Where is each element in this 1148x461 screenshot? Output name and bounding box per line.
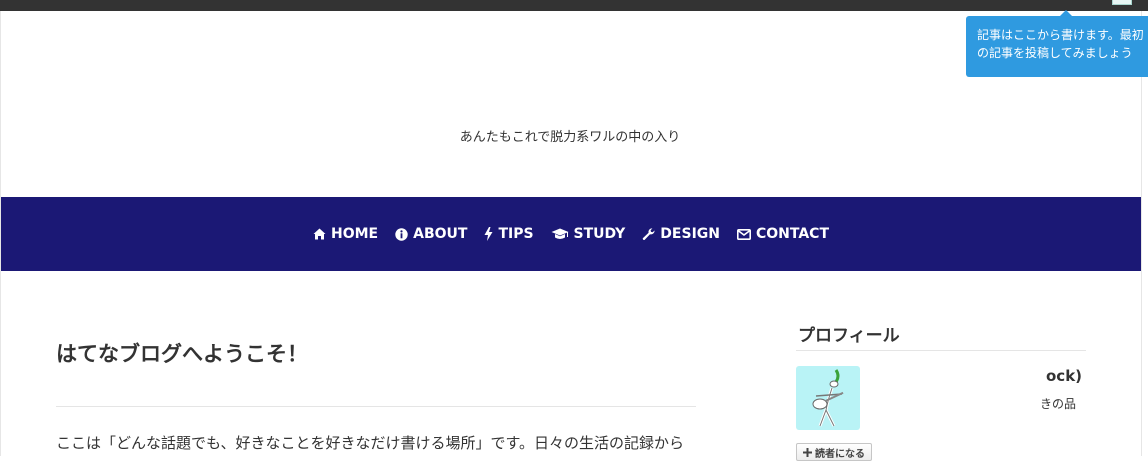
write-article-tooltip[interactable]: 記事はここから書けます。最初 の記事を投稿してみましょう	[966, 16, 1148, 77]
envelope-icon	[736, 228, 751, 240]
wrench-icon	[643, 227, 655, 240]
graduation-cap-icon	[551, 228, 569, 239]
profile-heading: プロフィール	[798, 326, 900, 346]
nav-item-about[interactable]: ABOUT	[395, 226, 467, 242]
info-icon	[395, 227, 408, 241]
home-icon	[313, 228, 326, 240]
subscribe-button[interactable]: 読者になる	[796, 443, 872, 461]
nav-item-design[interactable]: DESIGN	[642, 226, 720, 242]
nav-label-home: HOME	[330, 226, 379, 242]
nav-item-contact[interactable]: CONTACT	[736, 226, 829, 242]
profile-divider	[796, 350, 1086, 351]
blog-tagline: あんたもこれで脱力系ワルの中の入り	[459, 130, 681, 145]
article-divider	[56, 406, 696, 407]
tooltip-line-1: 記事はここから書けます。最初	[977, 28, 1144, 42]
global-nav: HOME ABOUT TIPS STUDY DESIGN CONTACT	[1, 197, 1141, 271]
nav-label-tips: TIPS	[498, 226, 534, 242]
profile-name[interactable]: ock)	[1046, 367, 1082, 385]
toolbar-corner-icon[interactable]	[1112, 0, 1132, 5]
nav-item-study[interactable]: STUDY	[551, 226, 626, 242]
article-body: ここは「どんな話題でも、好きなことを好きなだけ書ける場所」です。日々の生活の記録…	[56, 434, 685, 452]
top-toolbar	[0, 0, 1148, 11]
nav-item-tips[interactable]: TIPS	[484, 226, 534, 242]
avatar[interactable]	[796, 366, 860, 430]
nav-label-design: DESIGN	[660, 226, 720, 242]
profile-description: きの品	[1040, 397, 1077, 411]
nav-item-home[interactable]: HOME	[313, 226, 378, 242]
nav-label-contact: CONTACT	[755, 226, 829, 242]
subscribe-label: 読者になる	[815, 448, 865, 460]
bolt-icon	[484, 227, 493, 241]
nav-label-about: ABOUT	[413, 226, 468, 242]
nav-label-study: STUDY	[573, 226, 626, 242]
plus-icon	[803, 447, 812, 457]
article-title[interactable]: はてなブログへようこそ！	[56, 338, 308, 368]
tooltip-line-2: の記事を投稿してみましょう	[977, 46, 1133, 60]
guitar-character-icon	[812, 369, 844, 427]
